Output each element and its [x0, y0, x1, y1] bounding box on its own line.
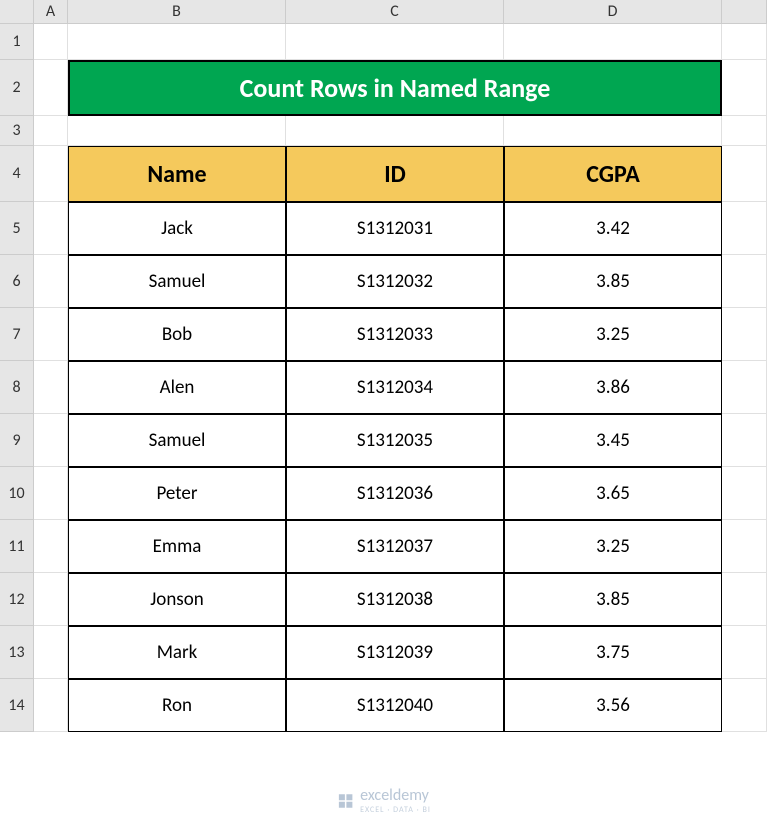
exceldemy-icon [336, 792, 354, 810]
table-cell-name[interactable]: Emma [68, 520, 286, 573]
table-cell-name[interactable]: Ron [68, 679, 286, 732]
table-header-name[interactable]: Name [68, 146, 286, 202]
cell-a2[interactable] [34, 60, 68, 116]
row-header-8[interactable]: 8 [0, 361, 34, 414]
row-header-9[interactable]: 9 [0, 414, 34, 467]
cell-b3[interactable] [68, 116, 286, 146]
cell-e7[interactable] [722, 308, 767, 361]
table-cell-id[interactable]: S1312033 [286, 308, 504, 361]
col-header-b[interactable]: B [68, 0, 286, 24]
row-header-11[interactable]: 11 [0, 520, 34, 573]
col-header-c[interactable]: C [286, 0, 504, 24]
watermark: exceldemy EXCEL · DATA · BI [336, 786, 431, 815]
title-cell[interactable]: Count Rows in Named Range [68, 60, 722, 116]
table-cell-id[interactable]: S1312035 [286, 414, 504, 467]
cell-a7[interactable] [34, 308, 68, 361]
row-header-5[interactable]: 5 [0, 202, 34, 255]
cell-a11[interactable] [34, 520, 68, 573]
col-header-d[interactable]: D [504, 0, 722, 24]
cell-a14[interactable] [34, 679, 68, 732]
table-cell-cgpa[interactable]: 3.85 [504, 255, 722, 308]
cell-e5[interactable] [722, 202, 767, 255]
cell-a9[interactable] [34, 414, 68, 467]
table-cell-cgpa[interactable]: 3.42 [504, 202, 722, 255]
row-header-7[interactable]: 7 [0, 308, 34, 361]
row-header-1[interactable]: 1 [0, 24, 34, 60]
cell-e14[interactable] [722, 679, 767, 732]
table-cell-id[interactable]: S1312032 [286, 255, 504, 308]
cell-e2[interactable] [722, 60, 767, 116]
table-cell-name[interactable]: Peter [68, 467, 286, 520]
table-cell-id[interactable]: S1312039 [286, 626, 504, 679]
table-cell-cgpa[interactable]: 3.75 [504, 626, 722, 679]
cell-a8[interactable] [34, 361, 68, 414]
row-header-2[interactable]: 2 [0, 60, 34, 116]
col-header-a[interactable]: A [34, 0, 68, 24]
cell-e13[interactable] [722, 626, 767, 679]
table-cell-id[interactable]: S1312038 [286, 573, 504, 626]
table-cell-name[interactable]: Samuel [68, 255, 286, 308]
table-cell-name[interactable]: Jonson [68, 573, 286, 626]
table-cell-name[interactable]: Samuel [68, 414, 286, 467]
cell-c3[interactable] [286, 116, 504, 146]
table-cell-cgpa[interactable]: 3.25 [504, 520, 722, 573]
cell-e9[interactable] [722, 414, 767, 467]
cell-e6[interactable] [722, 255, 767, 308]
spreadsheet-grid: A B C D 1 2 Count Rows in Named Range 3 … [0, 0, 767, 732]
row-header-6[interactable]: 6 [0, 255, 34, 308]
table-header-id[interactable]: ID [286, 146, 504, 202]
table-cell-id[interactable]: S1312040 [286, 679, 504, 732]
cell-e10[interactable] [722, 467, 767, 520]
table-cell-cgpa[interactable]: 3.45 [504, 414, 722, 467]
cell-a12[interactable] [34, 573, 68, 626]
table-cell-name[interactable]: Jack [68, 202, 286, 255]
table-cell-name[interactable]: Mark [68, 626, 286, 679]
table-cell-name[interactable]: Alen [68, 361, 286, 414]
table-cell-cgpa[interactable]: 3.85 [504, 573, 722, 626]
table-cell-id[interactable]: S1312031 [286, 202, 504, 255]
table-cell-name[interactable]: Bob [68, 308, 286, 361]
cell-a3[interactable] [34, 116, 68, 146]
select-all-corner[interactable] [0, 0, 34, 24]
table-header-cgpa[interactable]: CGPA [504, 146, 722, 202]
cell-a13[interactable] [34, 626, 68, 679]
cell-c1[interactable] [286, 24, 504, 60]
cell-e8[interactable] [722, 361, 767, 414]
cell-e1[interactable] [722, 24, 767, 60]
watermark-label: exceldemy [360, 786, 429, 805]
row-header-13[interactable]: 13 [0, 626, 34, 679]
cell-e4[interactable] [722, 146, 767, 202]
cell-a5[interactable] [34, 202, 68, 255]
row-header-3[interactable]: 3 [0, 116, 34, 146]
table-cell-cgpa[interactable]: 3.25 [504, 308, 722, 361]
row-header-14[interactable]: 14 [0, 679, 34, 732]
row-header-4[interactable]: 4 [0, 146, 34, 202]
table-cell-cgpa[interactable]: 3.56 [504, 679, 722, 732]
cell-a10[interactable] [34, 467, 68, 520]
table-cell-id[interactable]: S1312036 [286, 467, 504, 520]
table-cell-id[interactable]: S1312037 [286, 520, 504, 573]
cell-e11[interactable] [722, 520, 767, 573]
row-header-10[interactable]: 10 [0, 467, 34, 520]
cell-e12[interactable] [722, 573, 767, 626]
row-header-12[interactable]: 12 [0, 573, 34, 626]
table-cell-cgpa[interactable]: 3.65 [504, 467, 722, 520]
col-header-blank[interactable] [722, 0, 767, 24]
cell-a4[interactable] [34, 146, 68, 202]
table-cell-id[interactable]: S1312034 [286, 361, 504, 414]
table-cell-cgpa[interactable]: 3.86 [504, 361, 722, 414]
cell-a6[interactable] [34, 255, 68, 308]
cell-e3[interactable] [722, 116, 767, 146]
cell-a1[interactable] [34, 24, 68, 60]
cell-d3[interactable] [504, 116, 722, 146]
watermark-sub: EXCEL · DATA · BI [360, 805, 431, 815]
cell-d1[interactable] [504, 24, 722, 60]
cell-b1[interactable] [68, 24, 286, 60]
